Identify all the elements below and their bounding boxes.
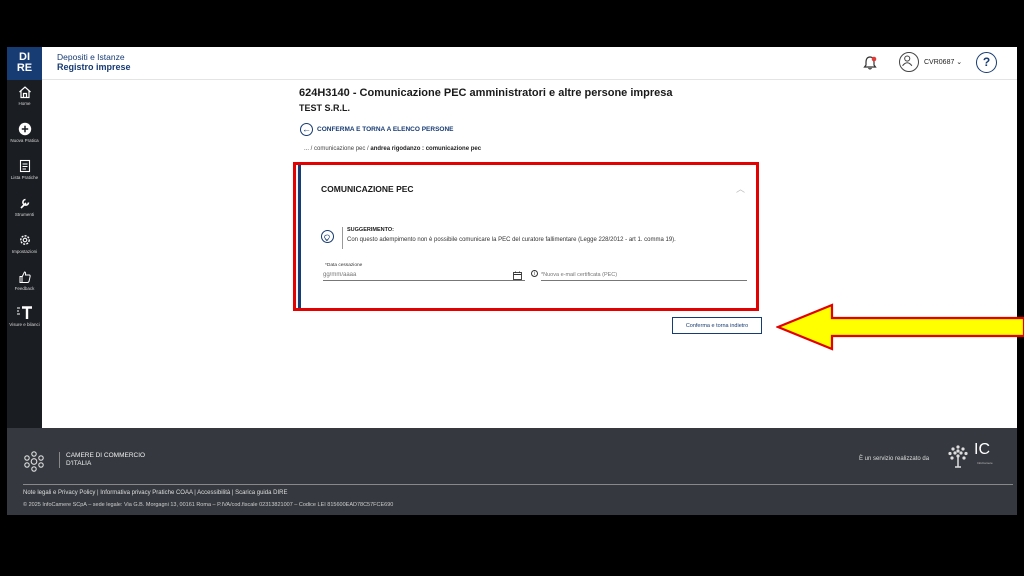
wrench-icon xyxy=(19,198,29,209)
sidebar: Home Nuova Pratica Lista Pratiche Strume… xyxy=(7,80,42,428)
sidebar-item-impostazioni[interactable]: Impostazioni xyxy=(7,233,42,254)
footer-links[interactable]: Note legali e Privacy Policy | Informati… xyxy=(23,490,287,496)
copyright-text: © 2025 InfoCamere SCpA – sede legale: Vi… xyxy=(23,502,394,508)
company-name: TEST S.R.L. xyxy=(299,103,351,113)
infocamere-logo-text: IC xyxy=(974,441,990,458)
document-list-icon xyxy=(19,159,30,173)
footer: CAMERE DI COMMERCIO D'ITALIA È un serviz… xyxy=(7,428,1017,515)
top-header: DI RE Depositi e Istanze Registro impres… xyxy=(7,47,1017,80)
help-icon[interactable]: ? xyxy=(976,52,997,73)
arrow-left-icon[interactable]: ← xyxy=(300,123,313,136)
sidebar-label-home: Home xyxy=(18,101,31,106)
service-breadcrumb[interactable]: Depositi e Istanze xyxy=(57,52,125,62)
notification-bell-icon[interactable] xyxy=(862,55,878,71)
infocamere-tree-icon xyxy=(948,445,968,468)
page-title: 624H3140 - Comunicazione PEC amministrat… xyxy=(299,87,673,99)
organization-name: CAMERE DI COMMERCIO D'ITALIA xyxy=(59,452,145,468)
user-menu[interactable]: CVR0687 ⌄ xyxy=(924,58,962,66)
sidebar-label-lista-pratiche: Lista Pratiche xyxy=(10,175,39,180)
home-icon xyxy=(18,86,31,99)
confirm-and-back-button[interactable]: Conferma e torna indietro xyxy=(672,317,762,334)
sidebar-item-visure[interactable]: Visure e bilanci xyxy=(7,306,42,327)
footer-divider xyxy=(23,484,1013,485)
plus-circle-icon xyxy=(18,122,31,136)
yellow-arrow-icon xyxy=(776,303,1024,351)
logo-line-2: RE xyxy=(16,62,33,74)
sidebar-item-feedback[interactable]: Feedback xyxy=(7,270,42,291)
breadcrumb: ... / comunicazione pec / andrea rigodan… xyxy=(304,146,481,152)
org-line-2: D'ITALIA xyxy=(66,460,92,467)
gear-icon xyxy=(19,235,30,245)
camere-di-commercio-logo-icon xyxy=(24,451,44,472)
thumbs-up-icon xyxy=(19,271,31,283)
back-to-people-list-link[interactable]: CONFERMA E TORNA A ELENCO PERSONE xyxy=(317,126,454,133)
service-credit: È un servizio realizzato da xyxy=(859,456,930,462)
video-frame: DI RE Depositi e Istanze Registro impres… xyxy=(0,0,1024,576)
user-avatar-icon[interactable] xyxy=(899,52,919,72)
sidebar-label-nuova-pratica: Nuova Pratica xyxy=(10,138,39,143)
sidebar-label-impostazioni: Impostazioni xyxy=(11,249,38,254)
sidebar-item-home[interactable]: Home xyxy=(7,85,42,106)
visure-t-icon xyxy=(16,306,32,319)
breadcrumb-prefix[interactable]: ... / comunicazione pec / xyxy=(304,146,370,152)
sidebar-item-strumenti[interactable]: Strumenti xyxy=(7,196,42,217)
service-title: Registro imprese xyxy=(57,62,131,72)
sidebar-label-feedback: Feedback xyxy=(14,286,35,291)
breadcrumb-current: andrea rigodanzo : comunicazione pec xyxy=(370,146,482,152)
sidebar-label-strumenti: Strumenti xyxy=(14,212,35,217)
org-line-1: CAMERE DI COMMERCIO xyxy=(66,452,146,459)
sidebar-item-nuova-pratica[interactable]: Nuova Pratica xyxy=(7,122,42,143)
sidebar-label-visure: Visure e bilanci xyxy=(9,322,40,327)
red-highlight-box xyxy=(293,162,759,311)
dire-logo[interactable]: DI RE xyxy=(7,47,42,80)
sidebar-item-lista-pratiche[interactable]: Lista Pratiche xyxy=(7,159,42,180)
infocamere-logo-subtext: InfoCamere xyxy=(977,461,993,465)
